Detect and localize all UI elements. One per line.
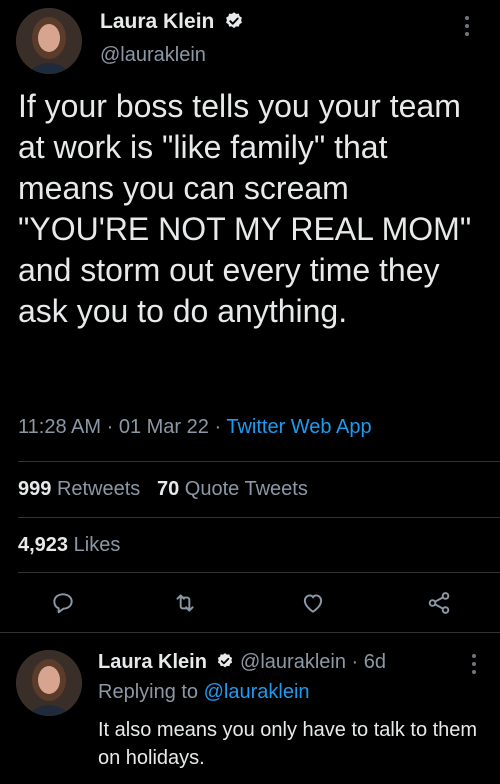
reply-icon	[53, 593, 73, 614]
retweets-label: Retweets	[56, 478, 141, 500]
avatar-photo	[16, 8, 82, 74]
meta-separator: ·	[106, 416, 114, 438]
retweets-link[interactable]: 999 Retweets	[18, 478, 140, 500]
retweet-button[interactable]	[168, 588, 202, 618]
author-name-text: Laura Klein	[100, 10, 215, 33]
share-button[interactable]	[422, 588, 456, 618]
likes-stats[interactable]: 4,923 Likes	[18, 534, 120, 557]
reply-button[interactable]	[46, 588, 80, 618]
tweet-text: If your boss tells you your team at work…	[18, 88, 472, 329]
reply-age[interactable]: 6d	[364, 651, 386, 673]
author-avatar[interactable]	[16, 8, 82, 74]
reply-header: Laura Klein @lauraklein · 6d	[98, 648, 386, 678]
reply-author-name[interactable]: Laura Klein	[98, 651, 207, 673]
like-button[interactable]	[296, 588, 330, 618]
reply-author-handle[interactable]: @lauraklein	[240, 651, 346, 673]
replying-to-label: Replying to	[98, 681, 199, 703]
replying-to-handle[interactable]: @lauraklein	[204, 681, 310, 703]
heart-icon	[303, 594, 323, 613]
divider	[18, 517, 500, 518]
reply-text: It also means you only have to talk to t…	[98, 719, 478, 769]
divider	[18, 461, 500, 462]
source-app-link[interactable]: Twitter Web App	[226, 416, 371, 438]
divider	[0, 632, 500, 633]
tweet-date[interactable]: 01 Mar 22	[119, 416, 209, 438]
avatar-photo	[16, 650, 82, 716]
more-vertical-icon[interactable]	[470, 652, 478, 676]
retweets-count: 999	[18, 478, 52, 500]
verified-badge-icon	[216, 650, 234, 678]
author-handle[interactable]: @lauraklein	[100, 44, 206, 67]
divider	[18, 572, 500, 573]
share-icon	[428, 592, 450, 614]
meta-separator: ·	[351, 651, 359, 673]
likes-count: 4,923	[18, 534, 69, 556]
verified-badge-icon	[224, 11, 244, 37]
retweet-icon	[176, 594, 194, 612]
more-vertical-icon[interactable]	[463, 14, 471, 38]
quote-tweets-label: Quote Tweets	[184, 478, 308, 500]
retweet-stats: 999 Retweets 70 Quote Tweets	[18, 478, 308, 501]
author-name[interactable]: Laura Klein	[100, 10, 244, 37]
quote-tweets-count: 70	[156, 478, 180, 500]
replying-to: Replying to @lauraklein	[98, 678, 310, 706]
meta-separator: ·	[214, 416, 222, 438]
quote-tweets-link[interactable]: 70 Quote Tweets	[157, 478, 308, 500]
tweet-time[interactable]: 11:28 AM	[18, 416, 101, 438]
tweet-meta: 11:28 AM · 01 Mar 22 · Twitter Web App	[18, 416, 372, 439]
likes-label: Likes	[73, 534, 121, 556]
reply-author-avatar[interactable]	[16, 650, 82, 716]
